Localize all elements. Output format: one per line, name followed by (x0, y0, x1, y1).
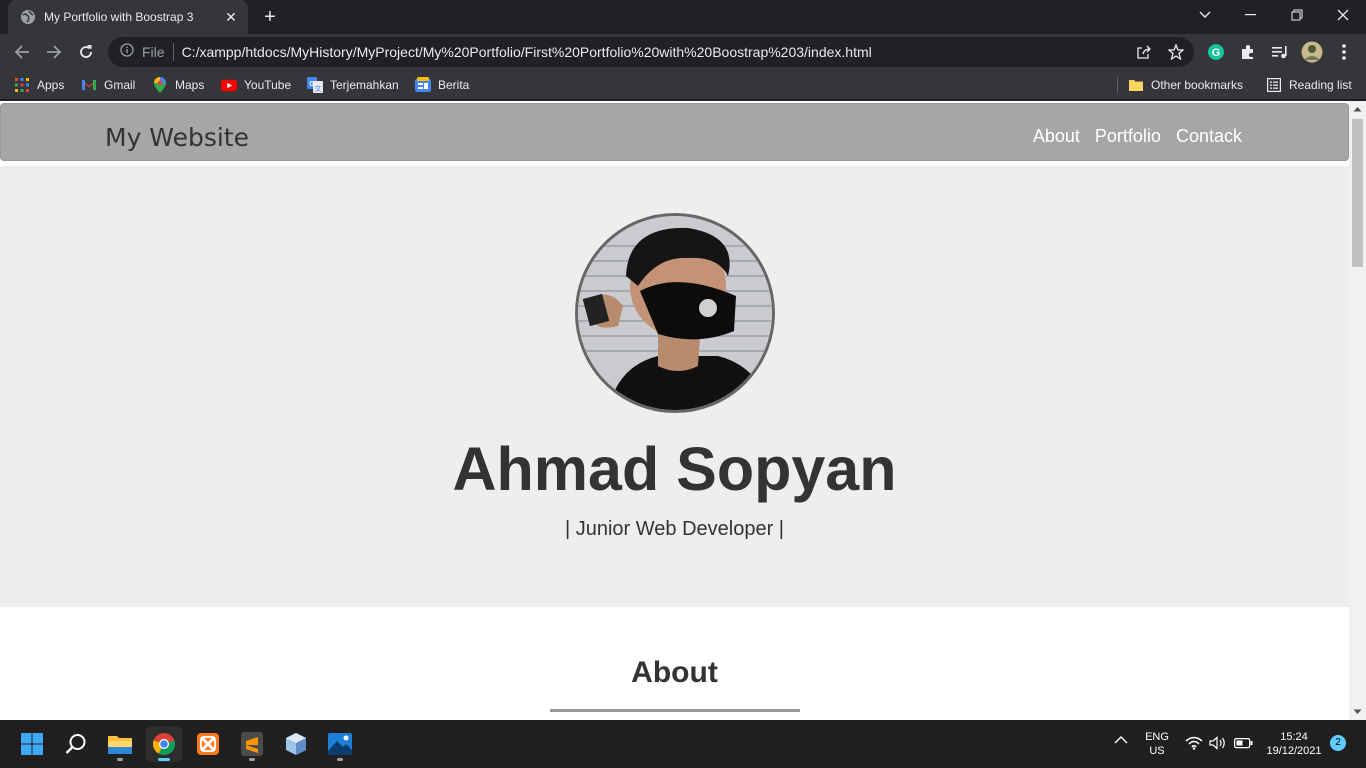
tab-close-icon[interactable]: ✕ (222, 9, 240, 26)
forward-arrow-icon[interactable] (42, 40, 66, 64)
battery-icon[interactable] (1234, 737, 1254, 753)
running-indicator (249, 758, 255, 761)
region-code: US (1149, 745, 1165, 757)
site-navbar: My Website About Portfolio Contack (0, 103, 1349, 161)
bookmark-berita[interactable]: Berita (415, 75, 469, 95)
bookmark-label: Terjemahkan (330, 78, 399, 92)
globe-icon (20, 9, 36, 25)
info-icon[interactable] (120, 42, 134, 62)
chrome-menu-icon[interactable] (1334, 42, 1354, 62)
bookmark-translate[interactable]: G文 Terjemahkan (307, 75, 399, 95)
apps-grid-icon (14, 77, 30, 93)
taskbar: ENG US 15:24 19/12/2021 2 (0, 720, 1366, 768)
gmail-icon (81, 77, 97, 93)
minimize-icon[interactable] (1228, 0, 1274, 30)
youtube-icon (221, 77, 237, 93)
reading-list-icon (1266, 77, 1282, 93)
bookmark-label: YouTube (244, 78, 292, 92)
notification-badge[interactable]: 2 (1330, 735, 1346, 751)
bookmark-apps[interactable]: Apps (14, 75, 64, 95)
sublime-text-icon[interactable] (234, 726, 270, 762)
nav-link-portfolio[interactable]: Portfolio (1095, 126, 1161, 147)
bookmark-label: Maps (175, 78, 205, 92)
wifi-icon[interactable] (1185, 736, 1203, 754)
virtualbox-icon[interactable] (278, 726, 314, 762)
profile-name: Ahmad Sopyan (452, 435, 897, 503)
bookmark-star-icon[interactable] (1166, 42, 1186, 62)
restore-icon[interactable] (1274, 0, 1320, 30)
search-icon[interactable] (58, 726, 94, 762)
scheme-label: File (142, 44, 165, 60)
reading-list-label: Reading list (1289, 78, 1352, 92)
xampp-icon[interactable] (190, 726, 226, 762)
svg-text:G: G (1212, 47, 1221, 59)
new-tab-button[interactable]: + (259, 6, 281, 28)
active-indicator (158, 758, 170, 761)
windows-start-icon[interactable] (14, 726, 50, 762)
tab-search-icon[interactable] (1182, 0, 1228, 30)
share-icon[interactable] (1134, 42, 1154, 62)
photos-icon[interactable] (322, 726, 358, 762)
bookmarks-divider (1117, 77, 1118, 93)
news-icon (415, 77, 431, 93)
omnibox-divider (172, 43, 174, 61)
scroll-down-arrow-icon[interactable] (1353, 707, 1362, 716)
folder-icon (1128, 77, 1144, 93)
maps-pin-icon (152, 77, 168, 93)
bookmark-label: Gmail (104, 78, 136, 92)
scroll-up-arrow-icon[interactable] (1353, 105, 1362, 114)
input-language[interactable]: ENG US (1140, 730, 1174, 758)
bookmark-maps[interactable]: Maps (152, 75, 204, 95)
reading-list[interactable]: Reading list (1266, 75, 1352, 95)
tab-title: My Portfolio with Boostrap 3 (44, 10, 194, 24)
hero-jumbotron: Ahmad Sopyan | Junior Web Developer | (0, 166, 1349, 607)
file-explorer-icon[interactable] (102, 726, 138, 762)
tab-strip: My Portfolio with Boostrap 3 ✕ + (0, 0, 1366, 34)
about-heading: About (631, 656, 718, 689)
extensions-puzzle-icon[interactable] (1238, 42, 1258, 62)
nav-link-contack[interactable]: Contack (1176, 126, 1242, 147)
bookmark-youtube[interactable]: YouTube (221, 75, 291, 95)
clock[interactable]: 15:24 19/12/2021 (1262, 730, 1326, 758)
bookmark-gmail[interactable]: Gmail (81, 75, 135, 95)
svg-text:文: 文 (315, 84, 322, 93)
running-indicator (117, 758, 123, 761)
clock-time: 15:24 (1280, 731, 1308, 743)
url-text[interactable]: C:/xampp/htdocs/MyHistory/MyProject/My%2… (182, 44, 872, 60)
page-viewport: My Website About Portfolio Contack Ahmad… (0, 101, 1366, 720)
back-arrow-icon[interactable] (10, 40, 34, 64)
close-window-icon[interactable] (1320, 0, 1366, 30)
profile-avatar-icon[interactable] (1300, 40, 1324, 64)
nav-link-about[interactable]: About (1033, 126, 1080, 147)
grammarly-icon[interactable]: G (1206, 42, 1226, 62)
other-bookmarks-label: Other bookmarks (1151, 78, 1244, 92)
profile-role: | Junior Web Developer | (564, 518, 784, 540)
bookmarks-bar: Apps Gmail Maps YouTube G文 Terjemahkan B… (0, 70, 1366, 100)
show-hidden-icons-icon[interactable] (1114, 735, 1128, 749)
other-bookmarks[interactable]: Other bookmarks (1128, 75, 1243, 95)
bookmark-label: Berita (438, 78, 470, 92)
browser-toolbar: File C:/xampp/htdocs/MyHistory/MyProject… (0, 34, 1366, 70)
profile-photo (575, 213, 775, 413)
address-bar[interactable]: File C:/xampp/htdocs/MyHistory/MyProject… (108, 37, 1194, 67)
chrome-taskbar-icon[interactable] (146, 726, 182, 762)
site-nav-links: About Portfolio Contack (1033, 126, 1242, 147)
reload-icon[interactable] (74, 40, 98, 64)
about-underline (550, 709, 800, 712)
language-code: ENG (1145, 731, 1169, 743)
clock-date: 19/12/2021 (1266, 745, 1322, 757)
browser-tab[interactable]: My Portfolio with Boostrap 3 ✕ (8, 0, 248, 34)
scrollbar-thumb[interactable] (1352, 119, 1363, 267)
page-scrollbar[interactable] (1349, 101, 1366, 720)
volume-icon[interactable] (1209, 736, 1227, 754)
site-brand[interactable]: My Website (105, 123, 249, 152)
bookmark-label: Apps (37, 78, 65, 92)
media-queue-icon[interactable] (1270, 42, 1290, 62)
running-indicator (337, 758, 343, 761)
translate-icon: G文 (307, 77, 323, 93)
